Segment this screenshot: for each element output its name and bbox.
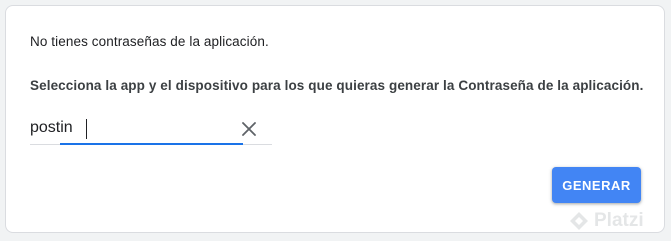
app-passwords-card: No tienes contraseñas de la aplicación. … bbox=[5, 5, 665, 233]
clear-input-button[interactable] bbox=[237, 117, 261, 141]
platzi-watermark: Platzi bbox=[568, 210, 644, 232]
text-caret bbox=[86, 119, 87, 139]
focus-underline bbox=[60, 143, 243, 145]
platzi-logo-icon bbox=[570, 212, 588, 230]
empty-message: No tienes contraseñas de la aplicación. bbox=[30, 34, 269, 49]
app-name-field bbox=[30, 114, 272, 145]
watermark-text: Platzi bbox=[594, 210, 644, 231]
generate-button[interactable]: GENERAR bbox=[552, 167, 641, 203]
instructions-text: Selecciona la app y el dispositivo para … bbox=[30, 78, 644, 93]
app-name-input[interactable] bbox=[30, 114, 230, 142]
close-icon bbox=[242, 122, 256, 136]
